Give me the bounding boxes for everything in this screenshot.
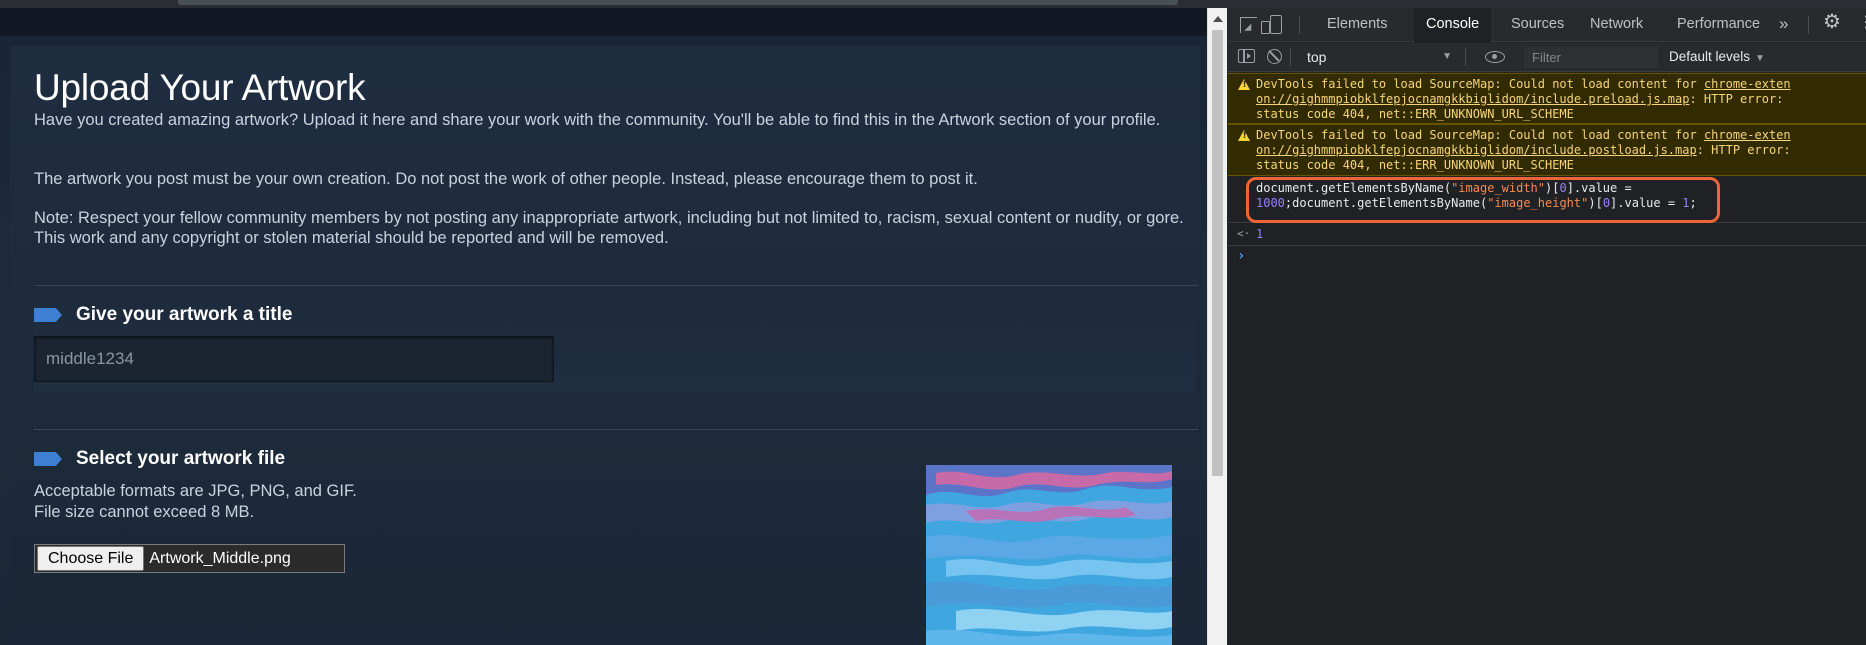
artwork-preview-image (926, 465, 1172, 645)
file-size-limit-text: File size cannot exceed 8 MB. (34, 503, 255, 521)
warning-icon (1238, 130, 1250, 141)
context-selector[interactable]: top ▼ (1297, 45, 1452, 69)
artwork-preview-graphic (926, 465, 1172, 645)
clear-console-icon[interactable] (1267, 49, 1282, 64)
sourcemap-link[interactable]: chrome-exten (1704, 128, 1791, 142)
section-arrow-icon (34, 452, 62, 466)
sourcemap-link[interactable]: on://gighmmpiobklfepjocnamgkkbiglidom/in… (1256, 143, 1697, 157)
selected-file-name: Artwork_Middle.png (149, 549, 291, 567)
page-title: Upload Your Artwork (34, 67, 366, 108)
dropdown-caret-icon: ▼ (1442, 51, 1452, 62)
page-scrollbar[interactable] (1207, 8, 1227, 645)
warning-line-2-suffix: : HTTP error: (1696, 143, 1791, 157)
tab-sources[interactable]: Sources (1499, 8, 1576, 42)
console-warning-message: DevTools failed to load SourceMap: Could… (1228, 73, 1866, 124)
warning-line-3: status code 404, net::ERR_UNKNOWN_URL_SC… (1256, 158, 1574, 172)
note-text: Note: Respect your fellow community memb… (34, 209, 1184, 247)
devtools-tab-bar: Elements Console Sources Network Perform… (1228, 8, 1866, 43)
title-section-heading: Give your artwork a title (34, 304, 292, 326)
console-command-entry: document.getElementsByName("image_width"… (1228, 176, 1866, 223)
browser-top-strip (0, 0, 1866, 8)
scrollbar-thumb[interactable] (1212, 30, 1223, 476)
warning-line-1: DevTools failed to load SourceMap: Could… (1256, 77, 1704, 91)
console-filter-input[interactable] (1524, 47, 1658, 68)
scroll-up-arrow-icon[interactable] (1213, 16, 1223, 22)
gear-icon[interactable]: ⚙ (1823, 12, 1841, 32)
section-divider (34, 429, 1198, 430)
device-toolbar-icon[interactable] (1261, 15, 1282, 34)
prompt-chevron-icon: › (1237, 248, 1246, 264)
tab-console[interactable]: Console (1414, 8, 1492, 43)
toolbar-separator (1290, 48, 1291, 66)
sourcemap-link[interactable]: chrome-exten (1704, 77, 1791, 91)
toolbar-separator (1465, 48, 1466, 66)
file-section-label: Select your artwork file (76, 448, 286, 469)
artwork-title-input[interactable] (34, 336, 554, 382)
dropdown-caret-icon: ▼ (1755, 53, 1765, 64)
warning-line-1: DevTools failed to load SourceMap: Could… (1256, 128, 1704, 142)
toolbar-separator (1299, 16, 1300, 34)
own-creation-text: The artwork you post must be your own cr… (34, 170, 978, 188)
sourcemap-link[interactable]: on://gighmmpiobklfepjocnamgkkbiglidom/in… (1256, 92, 1689, 106)
title-section-label: Give your artwork a title (76, 304, 293, 325)
console-sidebar-icon[interactable] (1238, 49, 1255, 63)
live-expression-eye-icon[interactable] (1485, 51, 1505, 63)
console-warning-message: DevTools failed to load SourceMap: Could… (1228, 124, 1866, 176)
intro-text: Have you created amazing artwork? Upload… (34, 111, 1161, 129)
devtools-panel: Elements Console Sources Network Perform… (1228, 8, 1866, 645)
log-levels-label: Default levels (1669, 49, 1751, 64)
result-arrow-icon: <· (1237, 227, 1251, 240)
header-band (0, 8, 1210, 36)
tab-performance[interactable]: Performance (1665, 8, 1772, 42)
console-prompt[interactable]: › (1228, 246, 1866, 268)
warning-line-3: status code 404, net::ERR_UNKNOWN_URL_SC… (1256, 107, 1574, 121)
log-levels-dropdown[interactable]: Default levels ▼ (1669, 45, 1765, 69)
result-value: 1 (1256, 227, 1264, 241)
warning-text: DevTools failed to load SourceMap: Could… (1256, 77, 1791, 122)
warning-icon (1238, 79, 1250, 90)
tab-network[interactable]: Network (1578, 8, 1655, 42)
annotation-highlight-ring (1246, 177, 1720, 223)
warning-line-2-suffix: : HTTP error: (1689, 92, 1784, 106)
more-tabs-icon[interactable]: » (1779, 15, 1788, 32)
file-section-heading: Select your artwork file (34, 448, 285, 470)
toolbar-separator (1808, 16, 1809, 34)
console-toolbar: top ▼ Default levels ▼ (1228, 43, 1866, 72)
console-result-entry: <· 1 (1228, 224, 1866, 246)
tab-elements[interactable]: Elements (1315, 8, 1399, 42)
console-output: DevTools failed to load SourceMap: Could… (1228, 73, 1866, 645)
warning-text: DevTools failed to load SourceMap: Could… (1256, 128, 1791, 173)
context-value: top (1307, 49, 1327, 65)
file-input[interactable]: Choose File Artwork_Middle.png (34, 544, 345, 573)
kebab-menu-icon[interactable]: ⋮ (1858, 15, 1866, 31)
choose-file-button[interactable]: Choose File (37, 546, 145, 571)
browser-tab-edge (178, 0, 1178, 5)
section-arrow-icon (34, 308, 62, 322)
inspect-element-icon[interactable] (1240, 17, 1257, 33)
acceptable-formats-text: Acceptable formats are JPG, PNG, and GIF… (34, 482, 357, 500)
